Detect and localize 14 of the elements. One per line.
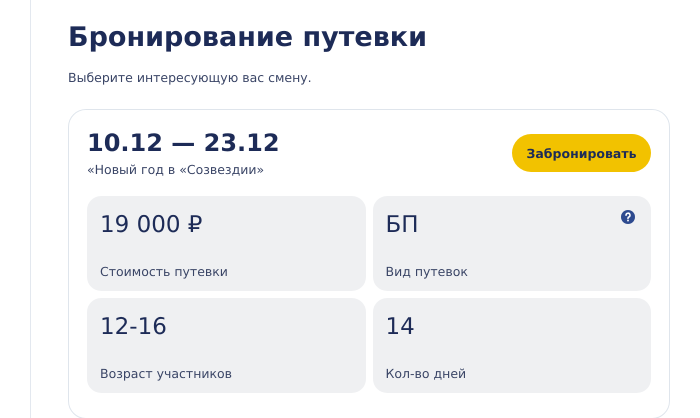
session-dates: 10.12 — 23.12 — [87, 128, 280, 158]
tile-value: 19 000 ₽ — [100, 211, 202, 240]
tile-value: БП — [386, 211, 419, 240]
tile-label: Стоимость путевки — [100, 264, 229, 279]
tile-value: 14 — [386, 313, 415, 342]
book-button[interactable]: Забронировать — [512, 134, 651, 172]
tile-label: Вид путевок — [386, 264, 469, 279]
page-subtitle: Выберите интересующую вас смену. — [68, 70, 313, 85]
tile-label: Возраст участников — [100, 366, 234, 381]
page-title: Бронирование путевки — [68, 21, 428, 55]
session-name: «Новый год в «Созвездии» — [87, 162, 266, 177]
help-icon[interactable] — [621, 210, 635, 224]
tile-value: 12-16 — [100, 313, 167, 342]
tile-label: Кол-во дней — [386, 366, 468, 381]
